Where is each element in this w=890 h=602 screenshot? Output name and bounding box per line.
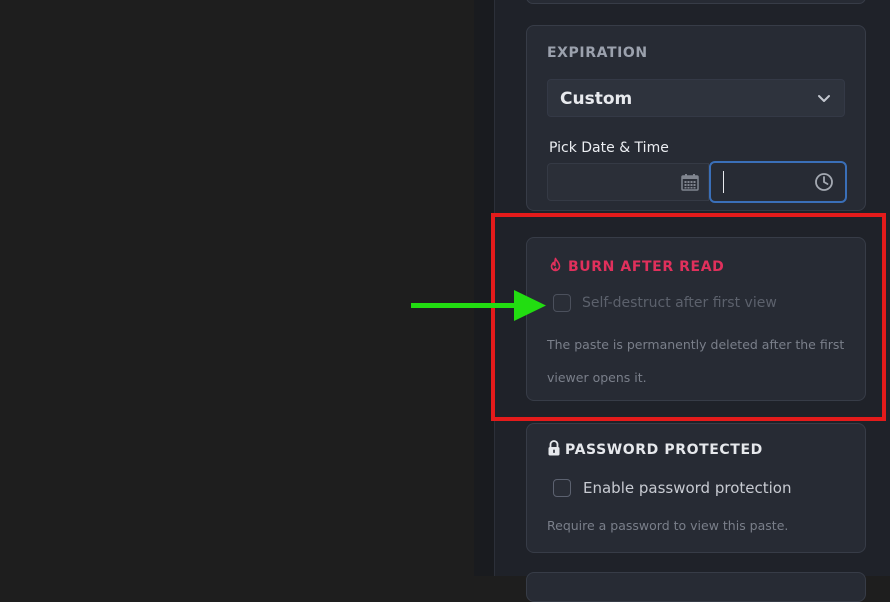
burn-after-read-checkbox-label[interactable]: Self-destruct after first view	[582, 295, 777, 311]
burn-after-read-heading: BURN AFTER READ	[547, 257, 724, 275]
left-empty-area	[0, 0, 474, 576]
expiration-select[interactable]: Custom	[547, 79, 845, 117]
password-protected-card: PASSWORD PROTECTED Enable password prote…	[526, 423, 866, 553]
next-card	[526, 572, 866, 602]
password-protected-heading: PASSWORD PROTECTED	[547, 440, 763, 458]
text-caret	[723, 171, 724, 193]
expiration-title: EXPIRATION	[547, 45, 648, 61]
fire-icon	[550, 257, 561, 272]
password-help: Require a password to view this paste.	[547, 518, 789, 533]
expiration-card: EXPIRATION Custom Pick Date & Time	[526, 25, 866, 211]
pick-date-time-label: Pick Date & Time	[549, 140, 669, 156]
lock-icon	[548, 440, 560, 456]
burn-title: BURN AFTER READ	[568, 259, 725, 275]
password-checkbox-label[interactable]: Enable password protection	[583, 479, 791, 497]
burn-after-read-help: The paste is permanently deleted after t…	[547, 337, 845, 385]
chevron-down-icon	[818, 95, 830, 102]
pointer-arrow-icon	[411, 290, 546, 321]
clock-icon[interactable]	[814, 172, 834, 192]
expiration-select-value: Custom	[560, 89, 633, 109]
time-input[interactable]	[709, 161, 847, 203]
password-checkbox[interactable]	[553, 479, 571, 497]
calendar-icon[interactable]	[681, 173, 699, 191]
burn-after-read-checkbox[interactable]	[553, 294, 571, 312]
burn-after-read-card: BURN AFTER READ Self-destruct after firs…	[526, 237, 866, 401]
date-input[interactable]	[547, 163, 709, 201]
password-title: PASSWORD PROTECTED	[565, 442, 763, 458]
previous-card	[526, 0, 866, 4]
